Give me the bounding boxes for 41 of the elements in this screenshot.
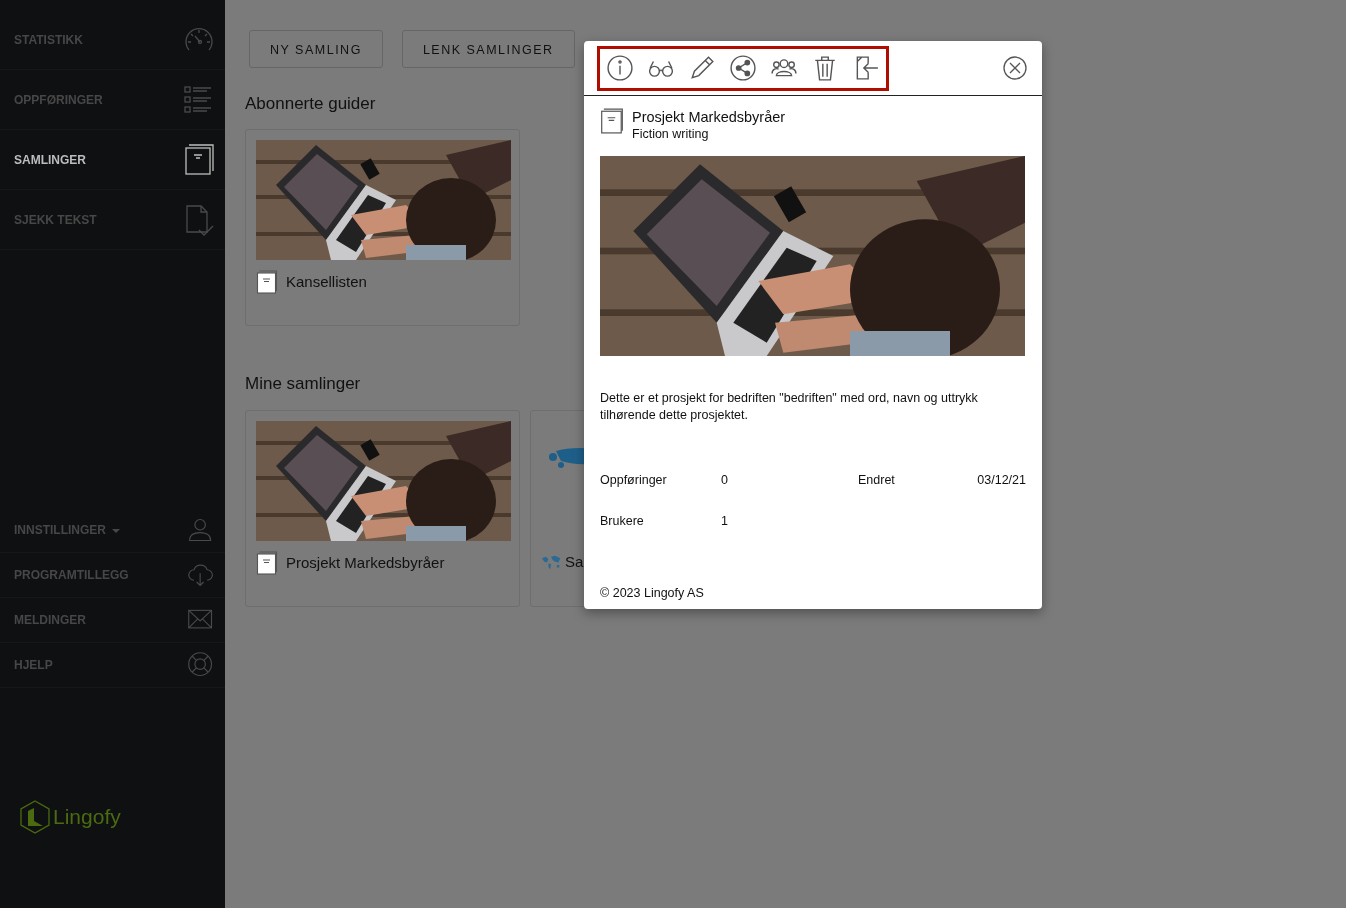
toolbar-button[interactable]: LENK SAMLINGER [401, 30, 575, 68]
card-title: Kansellisten [286, 272, 367, 293]
description-text: Dette er et prosjekt for bedriften "bedriften" med ord, navn og uttrykk tilhørende dette prosjektet. [600, 390, 979, 424]
stat-label: Brukere [600, 512, 645, 530]
collection-title: Prosjekt Markedsbyråer [632, 108, 786, 126]
logo-icon [19, 800, 51, 834]
sidebar-item[interactable]: SJEKK TEKST [0, 190, 225, 250]
stat-label: Oppføringer [600, 472, 668, 489]
sidebar-item[interactable]: PROGRAMTILLEGG [0, 553, 225, 598]
sidebar-item[interactable]: HJELP [0, 643, 225, 688]
document-check-icon [183, 203, 215, 236]
toolbar-button[interactable]: NY SAMLING [249, 30, 383, 68]
sidebar-item[interactable]: INNSTILLINGER [0, 508, 225, 553]
collection-subtitle: Fiction writing [632, 126, 710, 142]
pencil-button[interactable] [689, 55, 715, 81]
sidebar-item[interactable]: MELDINGER [0, 598, 225, 643]
close-button[interactable] [1003, 56, 1027, 80]
collection-icon [183, 143, 215, 176]
book-icon [256, 270, 278, 295]
section-heading: Mine samlinger [245, 374, 362, 395]
world-map-icon [541, 554, 561, 570]
logo-text: Lingofy [53, 804, 121, 831]
stat-value: 03/12/21 [976, 472, 1026, 489]
share-button[interactable] [730, 55, 756, 81]
sidebar-item[interactable]: SAMLINGER [0, 130, 225, 190]
lifebuoy-icon [187, 651, 215, 679]
card-title: Sa [565, 551, 584, 572]
book-icon [256, 550, 278, 575]
trash-button[interactable] [812, 55, 838, 81]
card-title: Prosjekt Markedsbyråer [286, 552, 445, 573]
stat-label: Endret [858, 472, 896, 489]
collection-card[interactable]: Kansellisten [245, 129, 520, 327]
collection-card[interactable]: Prosjekt Markedsbyråer [245, 409, 520, 607]
info-button[interactable] [607, 55, 633, 81]
sidebar-item[interactable]: STATISTIKK [0, 10, 225, 70]
section-heading: Abonnerte guider [245, 94, 377, 115]
stat-value: 0 [721, 472, 729, 489]
book-icon [600, 108, 624, 134]
sidebar-item[interactable]: OPPFØRINGER [0, 70, 225, 130]
stat-value: 1 [721, 512, 729, 530]
copyright-text: © 2023 Lingofy AS [600, 584, 705, 602]
